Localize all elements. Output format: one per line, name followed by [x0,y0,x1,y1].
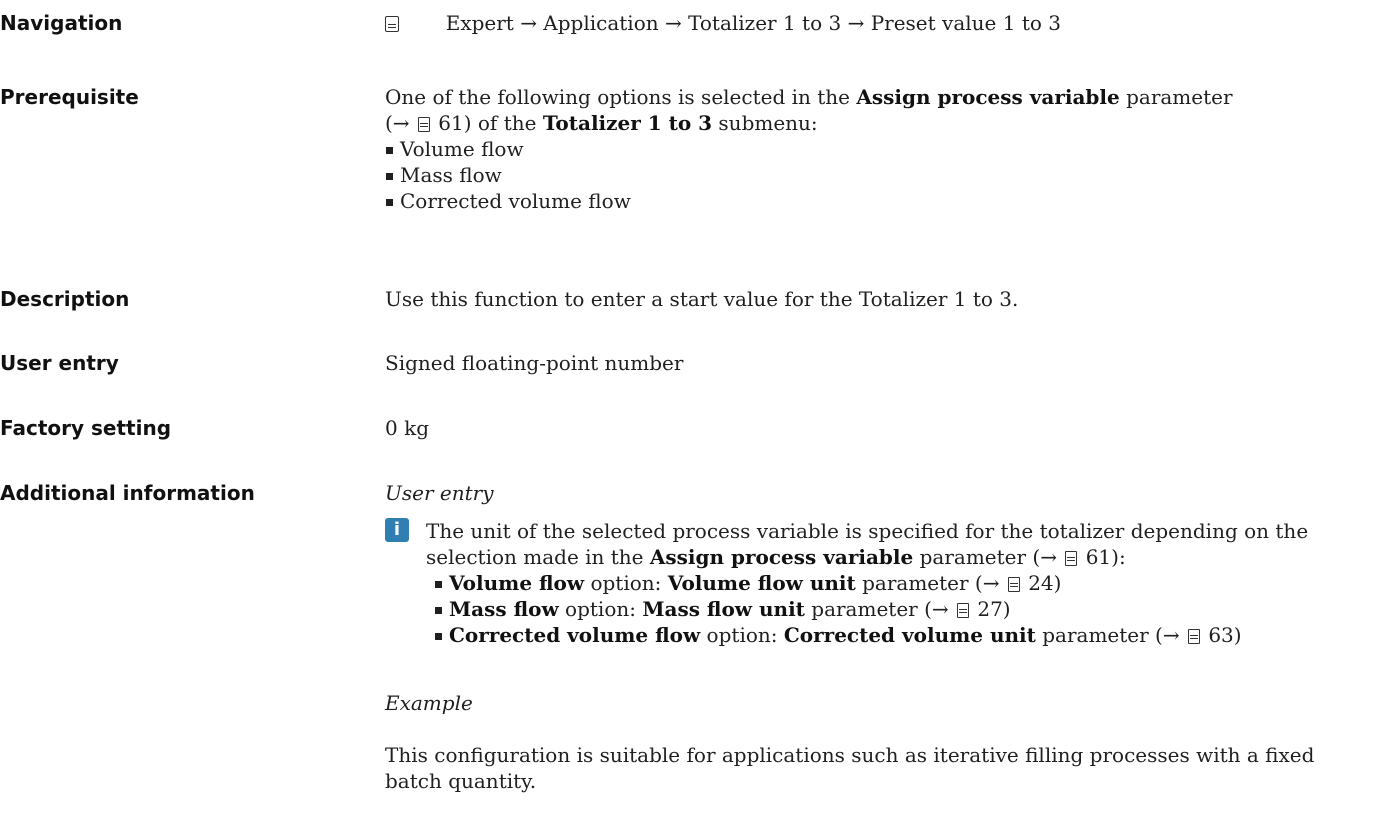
prerequisite-text: submenu: [712,111,818,135]
item-text: ) [1053,571,1062,595]
page-reference-icon [1007,577,1020,592]
prerequisite-label: Prerequisite [0,85,139,109]
item-text: parameter (→ [804,597,955,621]
info-text: parameter (→ [913,545,1064,569]
info-text: ): [1111,545,1126,569]
page-reference-link[interactable]: 61 [438,111,463,135]
factory-setting-label: Factory setting [0,416,172,440]
page-reference-icon [417,117,430,132]
prerequisite-line-1: One of the following options is selected… [385,84,1233,110]
page-reference-icon [1187,629,1200,644]
user-entry-label: User entry [0,351,119,375]
info-line-1: The unit of the selected process variabl… [426,519,1309,543]
description-text: Use this function to enter a start value… [385,287,1019,311]
list-item: Volume flow option: Volume flow unit par… [434,570,1308,596]
prerequisite-text: ) of the [463,111,543,135]
user-entry-subheading: User entry [385,481,494,505]
item-text: option: [558,597,643,621]
navigation-label: Navigation [0,11,123,35]
mass-flow-unit-ref[interactable]: Mass flow unit [642,597,805,621]
info-icon: i [385,518,409,542]
prerequisite-text: parameter [1119,85,1233,109]
option-name: Corrected volume flow [449,623,701,647]
info-content: The unit of the selected process variabl… [426,518,1308,648]
page-reference-link[interactable]: 61 [1086,545,1111,569]
list-item: Volume flow [385,136,1233,162]
navigation-path-row: Expert → Application → Totalizer 1 to 3 … [385,10,1061,36]
item-text: ) [1002,597,1011,621]
item-text: parameter (→ [855,571,1006,595]
corrected-volume-unit-ref[interactable]: Corrected volume unit [784,623,1036,647]
additional-information-label: Additional information [0,481,255,505]
example-line-2: batch quantity. [385,769,537,793]
item-text: ) [1233,623,1242,647]
option-name: Volume flow [449,571,585,595]
page-reference-link[interactable]: 24 [1028,571,1053,595]
prerequisite-text: (→ [385,111,416,135]
totalizer-submenu-ref[interactable]: Totalizer 1 to 3 [543,111,712,135]
info-text: selection made in the [426,545,650,569]
page-reference-icon [956,603,969,618]
page-reference-icon [1065,551,1078,566]
item-text: parameter (→ [1035,623,1186,647]
page-reference-link[interactable]: 63 [1208,623,1233,647]
prerequisite-text: One of the following options is selected… [385,85,857,109]
prerequisite-options-list: Volume flow Mass flow Corrected volume f… [385,136,1233,214]
prerequisite-content: One of the following options is selected… [385,84,1233,214]
info-line-2: selection made in the Assign process var… [426,544,1308,570]
factory-setting-value: 0 kg [385,416,430,440]
prerequisite-line-2: (→ 61) of the Totalizer 1 to 3 submenu: [385,110,1233,136]
example-subheading: Example [385,691,473,715]
menu-icon [385,16,399,32]
user-entry-text: Signed floating-point number [385,351,684,375]
navigation-path: Expert → Application → Totalizer 1 to 3 … [445,11,1061,35]
page-reference-link[interactable]: 27 [977,597,1002,621]
example-text: This configuration is suitable for appli… [385,742,1314,794]
example-line-1: This configuration is suitable for appli… [385,743,1315,767]
assign-process-variable-ref[interactable]: Assign process variable [856,85,1119,109]
unit-parameter-list: Volume flow option: Volume flow unit par… [434,570,1308,648]
description-label: Description [0,287,130,311]
list-item: Mass flow [385,162,1233,188]
volume-flow-unit-ref[interactable]: Volume flow unit [668,571,856,595]
list-item: Corrected volume flow option: Corrected … [434,622,1308,648]
item-text: option: [700,623,784,647]
item-text: option: [584,571,668,595]
list-item: Corrected volume flow [385,188,1233,214]
option-name: Mass flow [449,597,559,621]
list-item: Mass flow option: Mass flow unit paramet… [434,596,1308,622]
assign-process-variable-ref[interactable]: Assign process variable [650,545,913,569]
